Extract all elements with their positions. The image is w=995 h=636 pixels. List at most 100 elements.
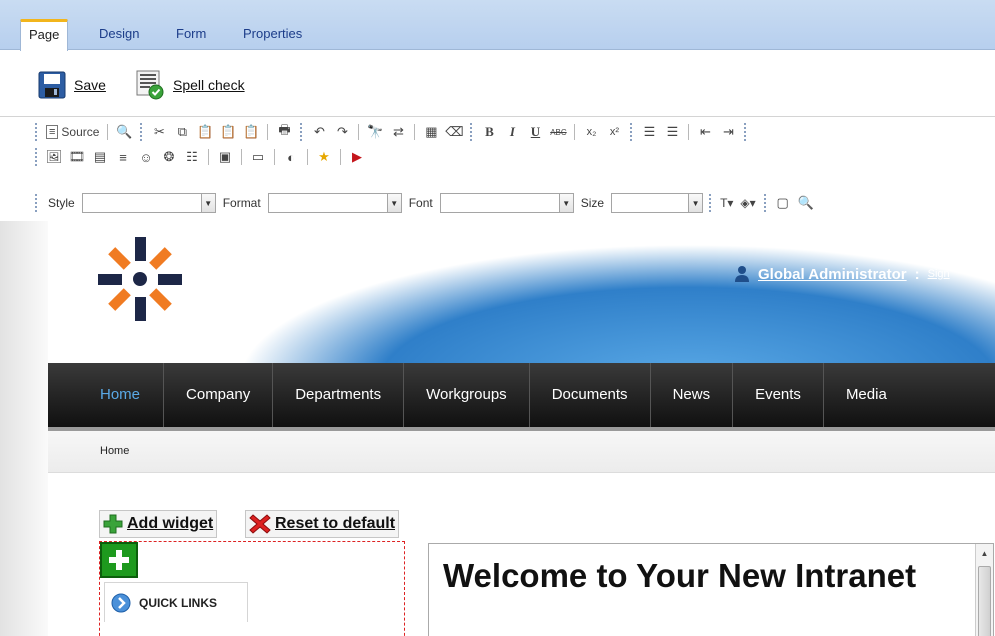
font-value — [441, 194, 559, 212]
nav-item-media[interactable]: Media — [824, 363, 909, 427]
nav-item-events[interactable]: Events — [733, 363, 824, 427]
format-select[interactable]: ▼ — [267, 193, 402, 213]
underline-icon[interactable]: U — [525, 122, 545, 142]
editor-content-area: Global Administrator : Sign Home Company… — [0, 221, 995, 636]
nav-item-documents[interactable]: Documents — [530, 363, 651, 427]
toolbar-separator — [267, 124, 269, 140]
nav-item-workgroups[interactable]: Workgroups — [404, 363, 530, 427]
toolbar-grip — [35, 194, 38, 212]
print-icon[interactable]: 🖶 — [274, 122, 294, 142]
size-select[interactable]: ▼ — [611, 193, 704, 213]
star-icon[interactable]: ★ — [314, 147, 334, 167]
toolbar-separator — [358, 124, 360, 140]
nav-item-news[interactable]: News — [651, 363, 734, 427]
superscript-icon[interactable]: x² — [604, 122, 624, 142]
undo-icon[interactable]: ↶ — [309, 122, 329, 142]
nav-item-departments[interactable]: Departments — [273, 363, 405, 427]
source-label: Source — [61, 125, 100, 139]
background-color-icon[interactable]: ◈▾ — [738, 193, 757, 213]
smiley-icon[interactable]: ☺ — [136, 147, 156, 167]
toolbar-grip — [35, 148, 38, 166]
horizontal-rule-icon[interactable]: ≡ — [113, 147, 133, 167]
copy-icon[interactable]: ⧉ — [172, 122, 192, 142]
nav-item-home[interactable]: Home — [48, 363, 165, 427]
nav-item-company[interactable]: Company — [164, 363, 274, 427]
floppy-disk-icon — [38, 71, 66, 99]
remove-format-icon[interactable]: ⌫ — [444, 122, 464, 142]
font-label: Font — [408, 196, 433, 210]
source-button[interactable]: ≡ Source — [44, 122, 101, 142]
strikethrough-icon[interactable]: ABC — [548, 122, 568, 142]
size-value — [612, 194, 688, 212]
show-blocks-icon[interactable]: 🔍 — [796, 193, 816, 213]
sign-out-link[interactable]: Sign — [928, 268, 950, 280]
outdent-icon[interactable]: ⇤ — [695, 122, 715, 142]
toolbar-separator — [241, 149, 242, 165]
image-icon[interactable]: 🖼 — [44, 147, 64, 167]
paste-icon[interactable]: 📋 — [195, 122, 215, 142]
tab-design[interactable]: Design — [91, 22, 147, 48]
youtube-icon[interactable]: ▶ — [347, 147, 367, 167]
toolbar-row-3: Style ▼ Format ▼ Font ▼ Size ▼ T▾ ◈▾ ▢ 🔍 — [32, 191, 816, 215]
page-shadow — [0, 221, 48, 636]
find-icon[interactable]: 🔭 — [365, 122, 385, 142]
paste-text-icon[interactable]: 📋 — [218, 122, 238, 142]
breadcrumb-home[interactable]: Home — [100, 445, 129, 457]
replace-icon[interactable]: ⇄ — [388, 122, 408, 142]
add-widget-button[interactable]: Add widget — [99, 510, 218, 538]
maximize-icon[interactable]: ▢ — [773, 193, 793, 213]
toolbar-grip — [35, 123, 38, 141]
zone-add-button[interactable] — [100, 542, 138, 578]
template-icon[interactable]: ▣ — [215, 147, 235, 167]
arrow-circle-icon — [111, 593, 131, 612]
tab-quick-links[interactable]: QUICK LINKS — [104, 582, 248, 622]
format-value — [269, 194, 387, 212]
plus-icon — [103, 514, 123, 534]
spell-check-button[interactable]: Spell check — [135, 70, 245, 100]
text-color-icon[interactable]: T▾ — [718, 193, 735, 213]
globe-icon[interactable]: ◐ — [281, 147, 301, 167]
reset-to-default-button[interactable]: Reset to default — [245, 510, 400, 538]
main-nav: Home Company Departments Workgroups Docu… — [48, 363, 995, 427]
style-select[interactable]: ▼ — [81, 193, 216, 213]
welcome-heading: Welcome to Your New Intranet — [443, 557, 917, 594]
scroll-thumb[interactable] — [978, 566, 991, 636]
widget-zone: QUICK LINKS — [99, 541, 405, 636]
save-label: Save — [74, 77, 106, 93]
plus-icon — [109, 550, 129, 570]
chevron-down-icon: ▼ — [558, 194, 573, 212]
site-header: Global Administrator : Sign — [48, 221, 995, 363]
size-label: Size — [580, 196, 605, 210]
toolbar-separator — [107, 124, 109, 140]
tab-form[interactable]: Form — [168, 22, 214, 48]
source-icon: ≡ — [46, 125, 59, 139]
font-select[interactable]: ▼ — [439, 193, 574, 213]
red-x-icon — [249, 514, 271, 534]
select-all-icon[interactable]: ▦ — [421, 122, 441, 142]
insert-media-icon[interactable]: 🎞 — [67, 147, 87, 167]
italic-icon[interactable]: I — [502, 122, 522, 142]
format-label: Format — [222, 196, 261, 210]
cut-icon[interactable]: ✂ — [149, 122, 169, 142]
vertical-scrollbar[interactable]: ▲ — [975, 544, 993, 636]
table-icon[interactable]: ▤ — [90, 147, 110, 167]
special-char-icon[interactable]: ❂ — [159, 147, 179, 167]
form-icon[interactable]: ▭ — [248, 147, 268, 167]
user-separator: : — [914, 265, 920, 283]
scroll-up-icon[interactable]: ▲ — [976, 544, 993, 562]
page-break-icon[interactable]: ☷ — [182, 147, 202, 167]
bold-icon[interactable]: B — [479, 122, 499, 142]
indent-icon[interactable]: ⇥ — [718, 122, 738, 142]
user-name-link[interactable]: Global Administrator — [758, 266, 907, 283]
save-button[interactable]: Save — [38, 70, 106, 100]
preview-icon[interactable]: 🔍 — [114, 122, 134, 142]
tab-properties[interactable]: Properties — [235, 22, 310, 48]
numbered-list-icon[interactable]: ☰ — [639, 122, 659, 142]
bulleted-list-icon[interactable]: ☰ — [662, 122, 682, 142]
toolbar-row-2: 🖼 🎞 ▤ ≡ ☺ ❂ ☷ ▣ ▭ ◐ ★ ▶ — [32, 145, 367, 169]
redo-icon[interactable]: ↷ — [332, 122, 352, 142]
paste-word-icon[interactable]: 📋 — [241, 122, 261, 142]
tab-page[interactable]: Page — [20, 19, 69, 51]
toolbar-grip — [709, 194, 712, 212]
subscript-icon[interactable]: x₂ — [581, 122, 601, 142]
